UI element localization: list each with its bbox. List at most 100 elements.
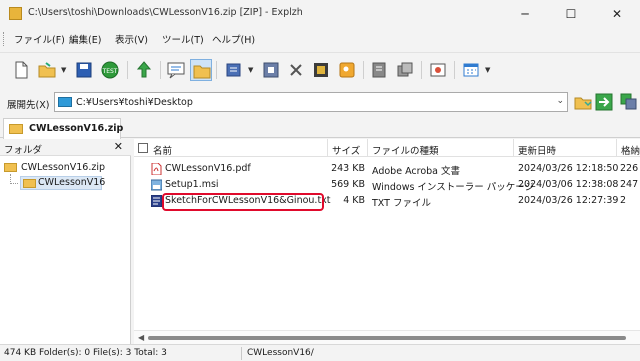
view-dropdown-icon[interactable]: ▼ bbox=[485, 66, 493, 74]
open-archive-icon[interactable] bbox=[36, 59, 58, 81]
add-dropdown-icon[interactable]: ▼ bbox=[248, 66, 256, 74]
scroll-thumb[interactable] bbox=[148, 336, 626, 340]
new-archive-icon[interactable] bbox=[10, 59, 32, 81]
file-modified: 2024/03/06 12:38:08 bbox=[518, 179, 619, 190]
file-modified: 2024/03/26 12:27:39 bbox=[518, 195, 619, 206]
table-row[interactable]: CWLessonV16.pdf 243 KB Adobe Acroba 文書 2… bbox=[134, 161, 640, 177]
column-name[interactable]: 名前 bbox=[134, 139, 328, 157]
folder-icon bbox=[23, 179, 36, 188]
column-stored-label: 格納 bbox=[621, 146, 640, 157]
extract-go-icon[interactable] bbox=[593, 91, 615, 113]
msi-icon bbox=[151, 179, 162, 191]
file-name: Setup1.msi bbox=[165, 179, 219, 190]
column-modified-label: 更新日時 bbox=[518, 146, 557, 157]
column-modified[interactable]: 更新日時 bbox=[514, 139, 617, 157]
menu-edit[interactable]: 編集(E) bbox=[69, 32, 101, 46]
menu-grip bbox=[3, 32, 6, 46]
column-stored[interactable]: 格納 bbox=[617, 139, 640, 157]
browse-folder-icon[interactable] bbox=[572, 91, 594, 113]
svg-text:TEST: TEST bbox=[102, 68, 118, 75]
save-icon[interactable] bbox=[73, 59, 95, 81]
select-all-checkbox[interactable] bbox=[138, 143, 148, 153]
column-size-label: サイズ bbox=[332, 146, 361, 157]
minimize-button[interactable]: ─ bbox=[502, 0, 548, 28]
status-bar: 474 KB Folder(s): 0 File(s): 3 Total: 3 … bbox=[0, 344, 640, 361]
close-button[interactable]: ✕ bbox=[594, 0, 640, 28]
menu-view[interactable]: 表示(V) bbox=[115, 32, 148, 46]
highlight-annotation bbox=[162, 193, 324, 211]
tree-connector bbox=[10, 183, 18, 184]
options-icon[interactable] bbox=[427, 59, 449, 81]
folder-view-icon[interactable] bbox=[190, 59, 212, 81]
file-type: Windows インストーラー パッケージ bbox=[372, 182, 535, 193]
window-title: C:\Users\toshi\Downloads\CWLessonV16.zip… bbox=[28, 7, 303, 18]
title-bar: C:\Users\toshi\Downloads\CWLessonV16.zip… bbox=[0, 0, 640, 28]
table-row[interactable]: Setup1.msi 569 KB Windows インストーラー パッケージ … bbox=[134, 177, 640, 193]
extract-to-input[interactable]: C:¥Users¥toshi¥Desktop ⌄ bbox=[54, 92, 568, 112]
extract-icon[interactable] bbox=[260, 59, 282, 81]
chevron-down-icon[interactable]: ⌄ bbox=[556, 96, 564, 106]
archive-tab[interactable]: CWLessonV16.zip bbox=[3, 118, 124, 139]
view-mode-icon[interactable] bbox=[460, 59, 482, 81]
print-icon[interactable] bbox=[368, 59, 390, 81]
column-type[interactable]: ファイルの種類 bbox=[368, 139, 514, 157]
column-size[interactable]: サイズ bbox=[328, 139, 368, 157]
maximize-button[interactable]: ☐ bbox=[548, 0, 594, 28]
delete-icon[interactable] bbox=[285, 59, 307, 81]
file-size: 569 KB bbox=[331, 179, 365, 190]
copy-icon[interactable] bbox=[394, 59, 416, 81]
file-size: 243 KB bbox=[331, 163, 365, 174]
toolbar: ▼ TEST ▼ ▼ bbox=[0, 52, 640, 88]
status-path: CWLessonV16/ bbox=[247, 348, 314, 358]
comment-icon[interactable] bbox=[165, 59, 187, 81]
column-type-label: ファイルの種類 bbox=[372, 146, 439, 157]
toolbar-separator bbox=[160, 61, 161, 79]
up-folder-icon[interactable] bbox=[133, 59, 155, 81]
add-files-icon[interactable] bbox=[223, 59, 245, 81]
horizontal-scrollbar[interactable]: ◀ bbox=[134, 330, 640, 344]
folder-pane: フォルダ ✕ CWLessonV16.zip CWLessonV16 bbox=[0, 139, 131, 344]
file-stored: 2 bbox=[620, 195, 627, 206]
tree-item-label: CWLessonV16.zip bbox=[21, 162, 105, 173]
properties-icon[interactable] bbox=[310, 59, 332, 81]
pdf-icon bbox=[151, 163, 162, 175]
file-modified: 2024/03/26 12:18:50 bbox=[518, 163, 619, 174]
toolbar-separator bbox=[127, 61, 128, 79]
file-stored: 226 bbox=[620, 163, 639, 174]
zip-folder-icon bbox=[4, 163, 17, 172]
status-summary: 474 KB Folder(s): 0 File(s): 3 Total: 3 bbox=[4, 348, 167, 358]
menu-tools[interactable]: ツール(T) bbox=[162, 32, 204, 46]
folder-pane-scroll-corner bbox=[120, 330, 130, 344]
txt-icon bbox=[151, 195, 162, 207]
file-type: Adobe Acroba 文書 bbox=[372, 166, 461, 177]
scroll-left-icon[interactable]: ◀ bbox=[138, 333, 144, 342]
open-dropdown-icon[interactable]: ▼ bbox=[61, 66, 69, 74]
file-size: 4 KB bbox=[343, 195, 365, 206]
menu-help[interactable]: ヘルプ(H) bbox=[212, 32, 255, 46]
menu-file[interactable]: ファイル(F) bbox=[14, 32, 65, 46]
file-name: CWLessonV16.pdf bbox=[165, 163, 251, 174]
tree-item-label: CWLessonV16 bbox=[38, 177, 106, 188]
archive-tab-label: CWLessonV16.zip bbox=[29, 123, 124, 134]
toolbar-separator bbox=[216, 61, 217, 79]
file-type: TXT ファイル bbox=[372, 198, 431, 209]
extract-all-icon[interactable] bbox=[618, 91, 640, 113]
app-icon bbox=[9, 7, 22, 20]
close-icon[interactable]: ✕ bbox=[114, 140, 123, 153]
file-stored: 247 bbox=[620, 179, 639, 190]
extract-to-label: 展開先(X) bbox=[7, 100, 50, 111]
toolbar-separator bbox=[363, 61, 364, 79]
extract-to-path: C:¥Users¥toshi¥Desktop bbox=[76, 97, 193, 108]
test-icon[interactable]: TEST bbox=[99, 59, 121, 81]
monitor-icon bbox=[58, 97, 72, 107]
archive-tab-row: CWLessonV16.zip bbox=[0, 116, 640, 139]
toolbar-separator bbox=[421, 61, 422, 79]
toolbar-separator bbox=[454, 61, 455, 79]
zip-folder-icon bbox=[9, 124, 23, 134]
folder-pane-header: フォルダ ✕ bbox=[0, 139, 131, 156]
tree-item-folder[interactable]: CWLessonV16 bbox=[20, 176, 106, 190]
column-name-label: 名前 bbox=[153, 146, 173, 157]
key-icon[interactable] bbox=[336, 59, 358, 81]
file-list: 名前 サイズ ファイルの種類 更新日時 格納 CWLessonV16.pdf 2… bbox=[134, 139, 640, 344]
menu-bar: ファイル(F) 編集(E) 表示(V) ツール(T) ヘルプ(H) bbox=[0, 28, 640, 50]
